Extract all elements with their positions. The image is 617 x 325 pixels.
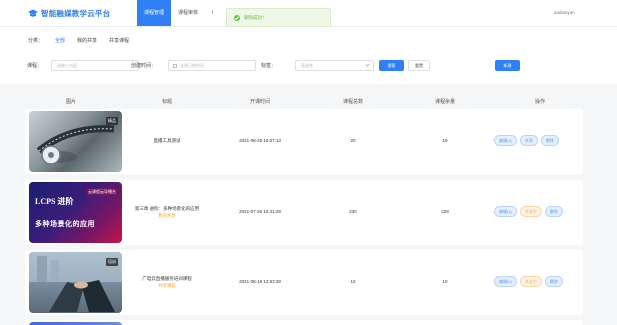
date-picker[interactable]: 选择日期时间: [168, 60, 256, 71]
category-row: 分类： 全部 我的共享 共享课程: [28, 37, 141, 44]
course-title: 第三章 进阶：多种场景化的应用: [134, 206, 200, 211]
category-all[interactable]: 全部: [55, 37, 65, 44]
col-title: 标题: [161, 99, 173, 105]
course-total: 230: [349, 209, 357, 214]
table-row: 精品 直播工具测试 2021-08-25 16:07:13 20 19 编辑(1…: [25, 109, 583, 174]
chevron-down-icon: [365, 62, 370, 67]
category-shared-courses[interactable]: 共享课程: [109, 37, 129, 44]
course-remain: 19: [442, 138, 448, 143]
course-list: 图片 标题 开课时间 课程总数 课程余量 操作 精品 直播工具测试 2021-0…: [0, 84, 617, 325]
col-remain: 课程余量: [434, 99, 456, 105]
row-actions: 编辑(1) 共享 删除: [494, 135, 562, 146]
col-total: 课程总数: [342, 99, 364, 105]
nav-course-management[interactable]: 课程管理: [137, 0, 172, 26]
tag-label: 标签：: [261, 63, 277, 69]
start-time: 2021-07-26 15:41:28: [239, 209, 281, 214]
share-note: 我的共享: [158, 213, 176, 218]
edit-button[interactable]: 编辑(1): [494, 206, 517, 217]
row-actions: 编辑(1) 共享中 删除: [494, 206, 566, 217]
graduation-cap-icon: [28, 9, 38, 17]
table-row: 培训 广电云直播服务培训课程 共享课程 2021-08-18 13:53:38 …: [25, 250, 583, 315]
thumb-headline: LCPS 进阶: [35, 197, 74, 206]
brand-logo[interactable]: 智能融媒教学云平台: [28, 8, 110, 19]
filter-panel: 分类： 全部 我的共享 共享课程 课程： 请输入内容 创建时间： 选择日期时间 …: [0, 26, 617, 84]
success-toast: 删除成功！: [226, 8, 331, 27]
col-actions: 操作: [534, 99, 546, 105]
course-label: 课程：: [27, 63, 43, 69]
date-placeholder: 选择日期时间: [180, 63, 204, 68]
tag-placeholder: 请选择: [301, 63, 313, 68]
category-label: 分类：: [28, 38, 44, 44]
course-title: 直播工具测试: [153, 138, 181, 143]
col-start-time: 开课时间: [249, 99, 271, 105]
course-thumbnail[interactable]: 培训: [29, 252, 122, 313]
main-nav: 课程管理 课程审核 l: [137, 0, 220, 26]
edit-button[interactable]: 编辑(0): [494, 276, 517, 287]
course-search-placeholder: 请输入内容: [57, 63, 77, 68]
delete-button[interactable]: 删除: [540, 135, 559, 146]
start-time: 2021-08-25 16:07:13: [239, 138, 281, 143]
course-thumbnail[interactable]: 精品: [29, 111, 122, 172]
share-note: 共享课程: [158, 283, 176, 288]
table-row: 云课程云导播台 LCPS 进阶 多种场景化的应用 第三章 进阶：多种场景化的应用…: [25, 180, 583, 245]
date-label: 创建时间：: [131, 63, 157, 69]
nav-course-review[interactable]: 课程审核: [171, 0, 205, 26]
course-remain: 10: [442, 279, 448, 284]
edit-button[interactable]: 编辑(1): [494, 135, 517, 146]
toast-message: 删除成功！: [244, 14, 267, 20]
course-title: 广电云直播服务培训课程: [142, 276, 192, 281]
thumb-tag: 云课程云导播台: [86, 188, 118, 196]
col-image: 图片: [65, 99, 77, 105]
calendar-icon: [173, 63, 177, 68]
table-row: [25, 320, 583, 325]
tag-select[interactable]: 请选择: [295, 60, 374, 71]
nav-item-partial[interactable]: l: [205, 0, 220, 26]
brand-title: 智能融媒教学云平台: [41, 9, 111, 18]
reset-button[interactable]: 重置: [408, 60, 430, 71]
check-circle-icon: [234, 14, 240, 21]
course-search-input[interactable]: 请输入内容: [51, 60, 139, 71]
start-time: 2021-08-18 13:53:38: [239, 279, 281, 284]
thumb-tag: 培训: [106, 258, 118, 266]
course-remain: 228: [441, 209, 449, 214]
search-button[interactable]: 搜索: [379, 60, 404, 71]
category-my-shared[interactable]: 我的共享: [77, 37, 97, 44]
add-course-button[interactable]: 新建: [495, 60, 520, 71]
user-name[interactable]: aodianyun: [554, 10, 575, 15]
sharing-button[interactable]: 共享中: [519, 206, 542, 217]
share-button[interactable]: 共享: [519, 135, 538, 146]
delete-button[interactable]: 删除: [544, 276, 563, 287]
row-actions: 编辑(0) 共享中 删除: [494, 276, 566, 287]
search-row: 课程： 请输入内容 创建时间： 选择日期时间 标签： 请选择 搜索 重置 新建: [0, 60, 617, 72]
delete-button[interactable]: 删除: [544, 206, 563, 217]
thumb-tag: 精品: [106, 117, 118, 125]
course-thumbnail[interactable]: 云课程云导播台 LCPS 进阶 多种场景化的应用: [29, 182, 122, 243]
course-total: 20: [350, 138, 356, 143]
thumb-subheadline: 多种场景化的应用: [35, 220, 95, 228]
sharing-button[interactable]: 共享中: [519, 276, 542, 287]
course-total: 10: [350, 279, 356, 284]
